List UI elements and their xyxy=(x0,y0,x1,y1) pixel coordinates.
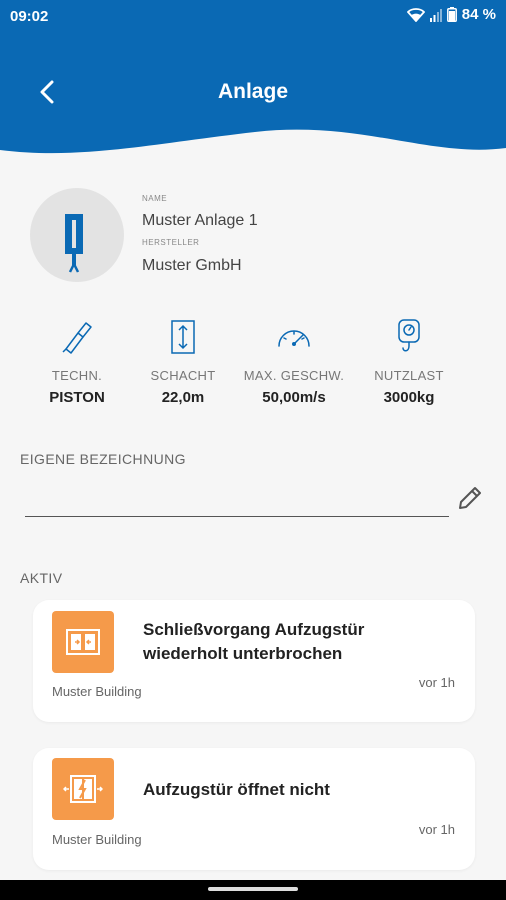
alert-card[interactable]: Aufzugstür öffnet nicht Muster Building … xyxy=(33,748,475,870)
battery-icon xyxy=(446,7,457,22)
custom-name-label: EIGENE BEZEICHNUNG xyxy=(20,451,186,467)
manufacturer-name: Muster GmbH xyxy=(142,257,242,274)
shaft-icon xyxy=(171,320,195,354)
spec-label: SCHACHT xyxy=(150,368,216,383)
spec-max-speed: MAX. GESCHW. 50,00m/s xyxy=(239,318,349,406)
spec-value: PISTON xyxy=(49,389,105,406)
spec-shaft: SCHACHT 22,0m xyxy=(128,318,238,406)
manufacturer-label: HERSTELLER xyxy=(142,238,200,247)
alert-icon-tile xyxy=(52,758,114,820)
alert-location: Muster Building xyxy=(52,832,142,847)
wifi-icon xyxy=(406,7,425,22)
speedometer-icon xyxy=(278,330,310,347)
alert-time: vor 1h xyxy=(418,675,455,690)
weight-icon xyxy=(398,319,420,352)
alert-location: Muster Building xyxy=(52,684,142,699)
alert-title: Schließvorgang Aufzugstür wiederholt unt… xyxy=(143,620,365,663)
spec-value: 50,00m/s xyxy=(262,389,326,406)
home-gesture-handle[interactable] xyxy=(208,887,298,891)
spec-payload: NUTZLAST 3000kg xyxy=(354,318,464,406)
door-closing-icon xyxy=(66,629,100,655)
equipment-name: Muster Anlage 1 xyxy=(142,212,258,229)
active-section-label: AKTIV xyxy=(20,570,63,586)
system-navigation-bar xyxy=(0,880,506,900)
door-open-fault-icon xyxy=(63,775,103,803)
spec-label: NUTZLAST xyxy=(374,368,444,383)
signal-icon xyxy=(429,8,442,22)
status-bar: 09:02 84 % xyxy=(0,0,506,32)
elevator-piston-icon xyxy=(65,214,83,273)
alert-icon-tile xyxy=(52,611,114,673)
battery-level: 84 % xyxy=(461,6,496,23)
spec-value: 22,0m xyxy=(161,389,205,406)
spec-technology: TECHN. PISTON xyxy=(22,318,132,406)
alert-card[interactable]: Schließvorgang Aufzugstür wiederholt unt… xyxy=(33,600,475,722)
spec-label: TECHN. xyxy=(51,368,103,383)
name-label: NAME xyxy=(142,194,168,203)
pencil-icon xyxy=(459,487,481,509)
page-title: Anlage xyxy=(217,80,288,103)
technology-icon xyxy=(62,322,92,354)
spec-value: 3000kg xyxy=(383,389,435,406)
custom-name-input[interactable] xyxy=(25,486,449,517)
status-icons: 84 % xyxy=(406,6,496,23)
spec-label: MAX. GESCHW. xyxy=(243,368,345,383)
elevator-avatar xyxy=(30,188,124,282)
status-time: 09:02 xyxy=(10,8,49,25)
alert-title: Aufzugstür öffnet nicht xyxy=(143,780,330,799)
edit-name-button[interactable] xyxy=(452,480,488,516)
alert-time: vor 1h xyxy=(418,822,455,837)
